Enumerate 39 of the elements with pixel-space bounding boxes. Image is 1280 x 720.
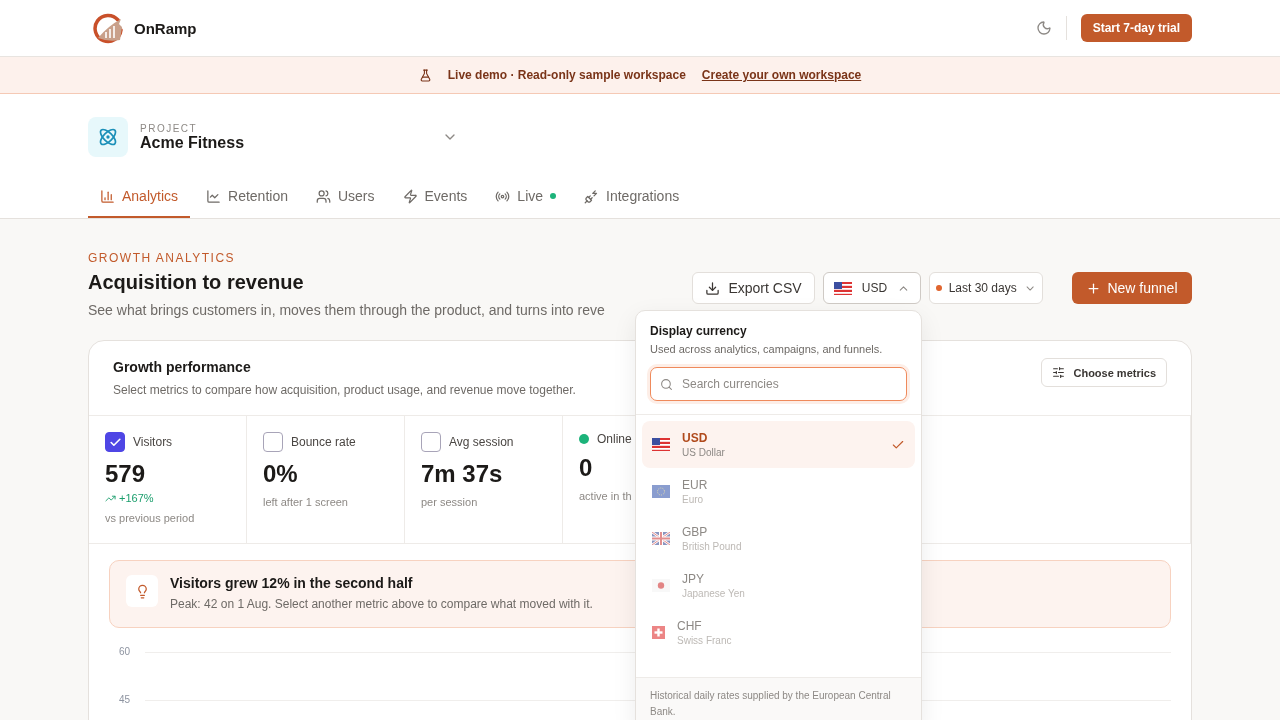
metric-change: +167% xyxy=(105,492,154,504)
metric-label: Avg session xyxy=(449,435,514,449)
banner-text: Live demo · Read-only sample workspace xyxy=(447,68,686,82)
metric-note: per session xyxy=(421,496,478,508)
currency-code: GBP xyxy=(682,525,709,539)
axis-tick-label: 60 xyxy=(119,646,132,657)
metric-label: Bounce rate xyxy=(291,435,356,449)
currency-name: British Pound xyxy=(682,541,743,552)
section-title: Acquisition to revenue xyxy=(88,271,305,294)
metric-label: Online xyxy=(597,432,632,446)
currency-name: Swiss Franc xyxy=(677,635,733,646)
card-title: Growth performance xyxy=(113,359,252,375)
insight-text: Peak: 42 on 1 Aug. Select another metric above to compare what moved with it. xyxy=(170,597,593,611)
section-subtitle: See what brings customers in, moves them through the product, and turns into reve xyxy=(88,302,605,318)
currency-name: US Dollar xyxy=(682,447,726,458)
metric-label: Visitors xyxy=(133,435,173,449)
menu-subtitle: Used across analytics, campaigns, and funnels. xyxy=(650,343,884,355)
metric-value: 0 xyxy=(579,454,593,482)
brand-name: OnRamp xyxy=(134,19,197,37)
menu-footnote: Historical daily rates supplied by the European Central Bank. xyxy=(636,677,921,720)
metric-note: left after 1 screen xyxy=(263,496,348,508)
insight-title: Visitors grew 12% in the second half xyxy=(170,575,414,591)
currency-code: EUR xyxy=(682,478,709,492)
card-subtitle: Select metrics to compare how acquisition, product usage, and revenue move together. xyxy=(113,383,576,397)
metric-value: 579 xyxy=(105,460,146,488)
axis-tick-label: 45 xyxy=(119,694,132,705)
metric-note: vs previous period xyxy=(105,512,195,524)
metric-note: active in th xyxy=(579,490,632,502)
currency-code: USD xyxy=(682,431,709,445)
menu-title: Display currency xyxy=(650,324,748,338)
currency-name: Euro xyxy=(682,494,705,505)
currency-name: Japanese Yen xyxy=(682,588,746,599)
currency-code: JPY xyxy=(682,572,705,586)
project-name: Acme Fitness xyxy=(140,133,246,152)
currency-code: CHF xyxy=(677,619,703,633)
metric-value: 7m 37s xyxy=(421,460,503,488)
section-eyebrow: GROWTH ANALYTICS xyxy=(88,251,237,265)
metric-value: 0% xyxy=(263,460,298,488)
project-label: PROJECT xyxy=(140,122,199,134)
